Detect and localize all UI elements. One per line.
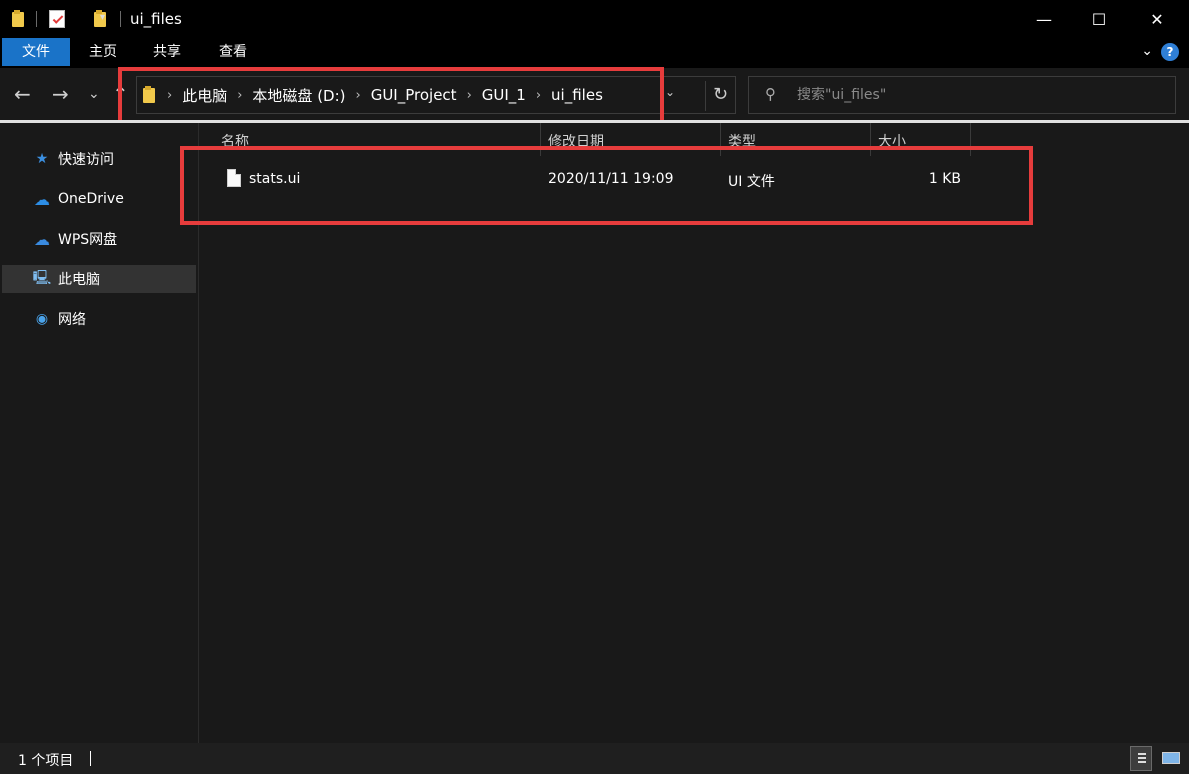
ribbon-tabs: 文件 主页 共享 查看 ⌄ ? [0,38,1189,68]
sidebar-item-network[interactable]: ◉ 网络 [2,305,196,333]
tab-view[interactable]: 查看 [208,38,258,66]
address-dropdown-icon[interactable]: ⌄ [665,85,675,99]
cloud-icon: ☁ [34,189,50,209]
tab-home[interactable]: 主页 [78,38,128,66]
divider [36,11,37,27]
sidebar-item-label: 网络 [58,312,86,328]
minimize-button[interactable]: — [1021,0,1067,38]
column-divider[interactable] [540,123,541,156]
tab-file[interactable]: 文件 [2,38,70,66]
search-icon: ⚲ [765,85,776,103]
search-input[interactable] [797,83,1157,107]
file-list: 名称 修改日期 类型 大小 stats.ui 2020/11/11 19:09 … [199,123,1189,743]
close-button[interactable]: ✕ [1134,0,1180,38]
chevron-right-icon[interactable]: › [167,88,172,103]
column-header-modified[interactable]: 修改日期 [548,131,604,151]
recent-locations-icon[interactable]: ⌄ [88,86,100,102]
sidebar-item-this-pc[interactable]: 🖳 此电脑 [2,265,196,293]
computer-icon: 🖳 [32,270,52,286]
breadcrumb-gui-project[interactable]: GUI_Project [371,86,457,104]
properties-icon[interactable] [49,10,65,28]
sidebar-item-quick-access[interactable]: ★ 快速访问 [2,145,196,173]
address-bar[interactable]: › 此电脑 › 本地磁盘 (D:) › GUI_Project › GUI_1 … [136,76,736,114]
file-modified: 2020/11/11 19:09 [548,171,674,187]
title-bar: ▾ ui_files — ☐ ✕ [0,0,1189,38]
cloud-outline-icon: ☁ [34,229,50,249]
quick-access-dropdown-icon[interactable]: ▾ [100,12,105,23]
divider [90,751,91,766]
sidebar-item-label: WPS网盘 [58,232,118,248]
help-icon[interactable]: ? [1161,43,1179,61]
file-icon [227,169,241,187]
sidebar-item-label: 快速访问 [58,152,114,168]
table-row[interactable]: stats.ui 2020/11/11 19:09 UI 文件 1 KB [199,166,1189,194]
file-name: stats.ui [249,171,301,187]
sidebar-item-label: OneDrive [58,191,124,207]
chevron-right-icon[interactable]: › [356,88,361,103]
file-size: 1 KB [928,171,961,187]
up-button[interactable]: ↑ [112,82,129,106]
window-title: ui_files [130,10,182,28]
sidebar-item-label: 此电脑 [58,272,100,288]
breadcrumb-this-pc[interactable]: 此电脑 [182,85,227,106]
item-count: 1 个项目 [18,753,74,769]
column-header-type[interactable]: 类型 [728,131,756,151]
sidebar-item-wps[interactable]: ☁ WPS网盘 [2,225,196,253]
column-header-size[interactable]: 大小 [878,131,906,151]
large-icons-view-button[interactable] [1160,746,1182,771]
file-type: UI 文件 [728,174,775,190]
folder-icon [143,86,157,104]
column-header-name[interactable]: 名称 [221,131,249,151]
column-divider[interactable] [970,123,971,156]
breadcrumb-local-disk[interactable]: 本地磁盘 (D:) [252,85,345,106]
search-box[interactable]: ⚲ [748,76,1176,114]
network-icon: ◉ [35,311,49,327]
breadcrumb-ui-files[interactable]: ui_files [551,86,603,104]
tab-share[interactable]: 共享 [142,38,192,66]
navigation-bar: ← → ⌄ ↑ › 此电脑 › 本地磁盘 (D:) › GUI_Project … [0,68,1189,120]
sidebar-item-onedrive[interactable]: ☁ OneDrive [2,185,196,213]
maximize-button[interactable]: ☐ [1076,0,1122,38]
navigation-pane: ★ 快速访问 ☁ OneDrive ☁ WPS网盘 🖳 此电脑 ◉ 网络 [0,123,198,743]
breadcrumb-gui-1[interactable]: GUI_1 [482,86,526,104]
column-divider[interactable] [720,123,721,156]
chevron-right-icon[interactable]: › [237,88,242,103]
chevron-right-icon[interactable]: › [536,88,541,103]
chevron-right-icon[interactable]: › [467,88,472,103]
folder-icon [12,10,26,28]
breadcrumb: › 此电脑 › 本地磁盘 (D:) › GUI_Project › GUI_1 … [143,77,603,113]
expand-ribbon-icon[interactable]: ⌄ [1141,43,1153,59]
back-button[interactable]: ← [14,82,31,106]
divider [120,11,121,27]
star-icon: ★ [35,151,49,167]
column-divider[interactable] [870,123,871,156]
refresh-button[interactable]: ↻ [705,81,735,111]
status-bar: 1 个项目 [0,743,1189,774]
details-view-button[interactable] [1130,746,1152,771]
forward-button[interactable]: → [52,82,69,106]
